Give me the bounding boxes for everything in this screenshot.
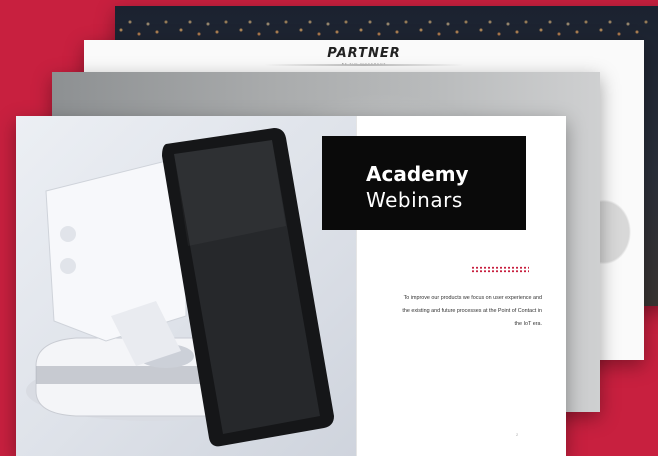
decorative-dot-grid (471, 266, 529, 273)
customer-display (45, 160, 187, 342)
logo-swoosh (264, 64, 464, 66)
pos-terminal-photo (16, 116, 356, 456)
front-page-spread: Academy Webinars To improve our products… (16, 116, 566, 456)
page-number: 2 (516, 432, 519, 437)
intro-paragraph: To improve our products we focus on user… (402, 295, 542, 327)
pos-terminal-illustration (26, 128, 334, 447)
display-button-bottom (60, 258, 76, 274)
page-title-academy: Academy (366, 162, 469, 186)
display-button-top (60, 226, 76, 242)
page-title-webinars: Webinars (366, 188, 463, 212)
title-box: Academy Webinars (322, 136, 526, 230)
